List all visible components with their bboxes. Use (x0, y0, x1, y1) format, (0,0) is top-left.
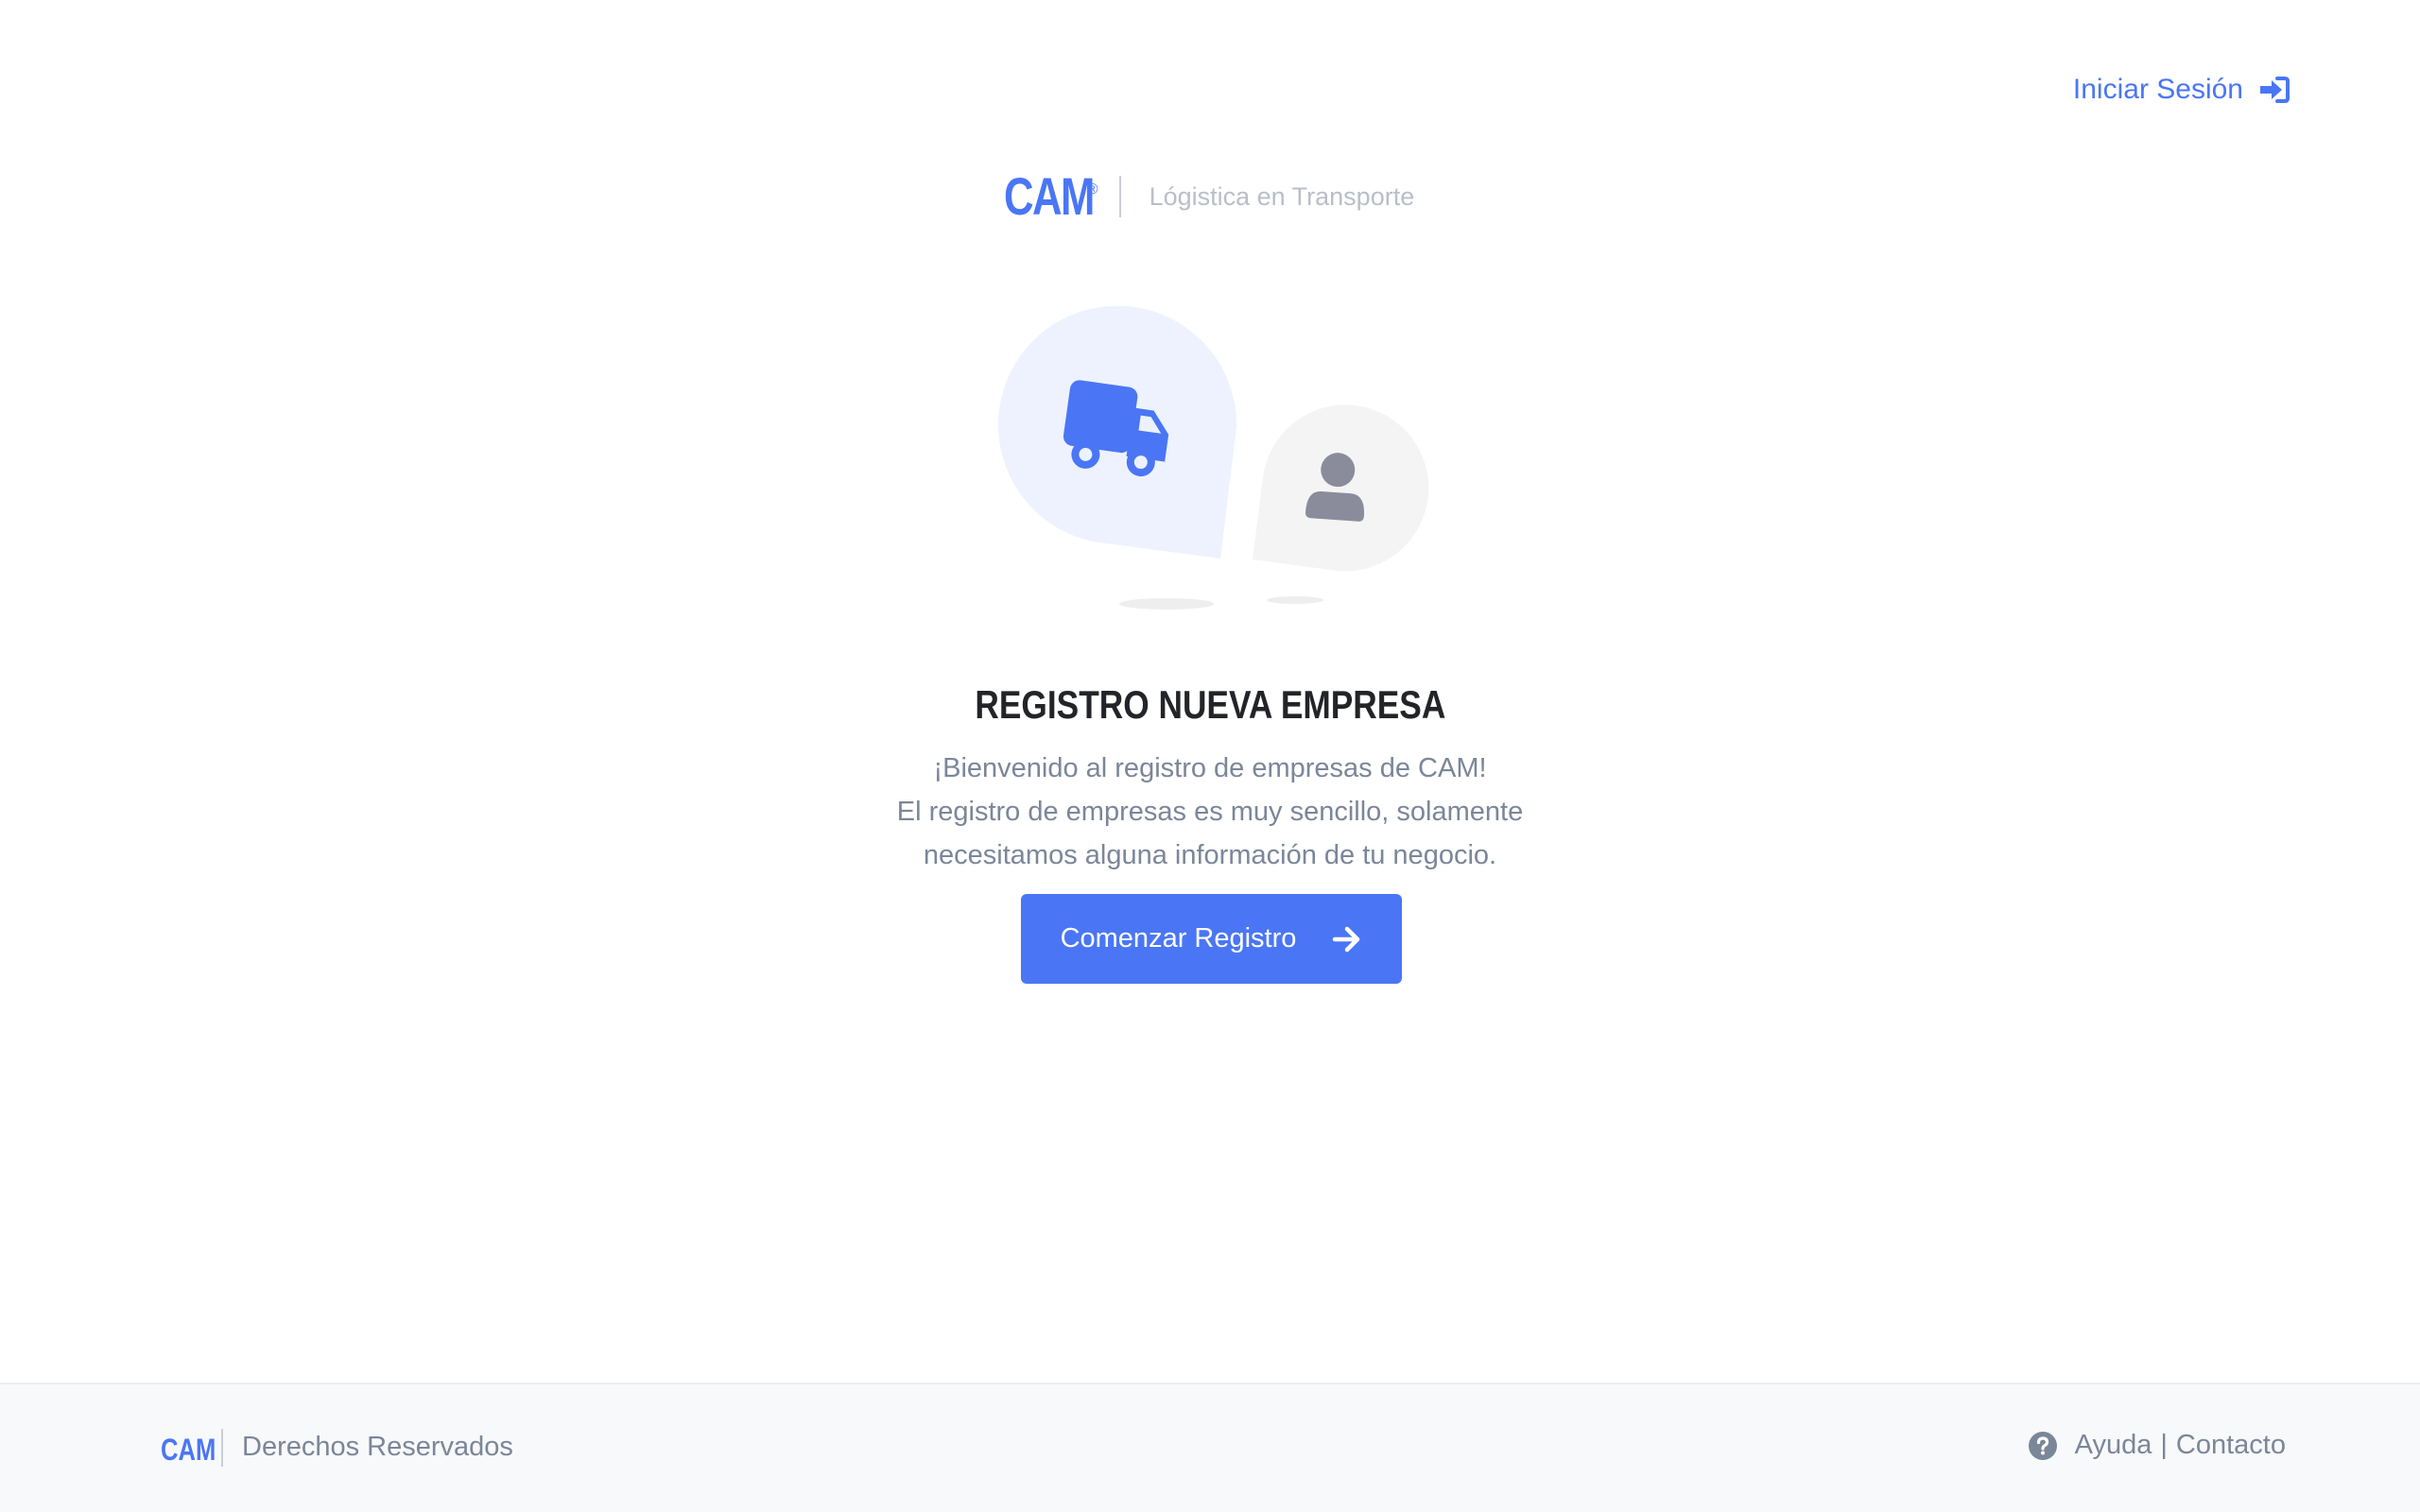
page-title: REGISTRO NUEVA EMPRESA (975, 682, 1445, 727)
bubble-shadow (1119, 598, 1214, 610)
brand-logo: CAM (1003, 166, 1095, 226)
footer-link-separator: | (2160, 1430, 2168, 1460)
login-link[interactable]: Iniciar Sesión (2073, 74, 2290, 106)
welcome-line: necesitamos alguna información de tu neg… (923, 840, 1497, 870)
start-registration-button[interactable]: Comenzar Registro (1021, 894, 1402, 984)
arrow-right-icon (1333, 926, 1360, 952)
login-label: Iniciar Sesión (2072, 74, 2243, 105)
contact-link[interactable]: Contacto (2176, 1430, 2286, 1461)
illustration (998, 305, 1429, 610)
start-registration-label: Comenzar Registro (1060, 923, 1297, 954)
brand-header: CAM ® Lógistica en Transporte (0, 170, 2420, 223)
welcome-line: ¡Bienvenido al registro de empresas de C… (933, 753, 1487, 783)
footer-links: Ayuda | Contacto (2028, 1430, 2286, 1461)
footer-divider (221, 1428, 223, 1467)
footer-logo: CAM (161, 1433, 216, 1467)
bubble-shadow (1267, 596, 1323, 604)
sign-in-icon (2260, 77, 2290, 103)
registration-page: Iniciar Sesión CAM ® Lógistica en Transp… (0, 0, 2420, 1512)
brand-divider (1118, 176, 1121, 217)
footer: CAM Derechos Reservados Ayuda | Contacto (0, 1383, 2420, 1512)
user-bubble (1253, 404, 1429, 572)
question-circle-icon (2028, 1431, 2057, 1460)
footer-rights: Derechos Reservados (242, 1432, 513, 1462)
welcome-text: ¡Bienvenido al registro de empresas de C… (0, 747, 2420, 877)
help-link[interactable]: Ayuda (2075, 1430, 2152, 1461)
brand-tagline: Lógistica en Transporte (1149, 181, 1415, 211)
footer-brand: CAM Derechos Reservados (161, 1427, 513, 1468)
welcome-line: El registro de empresas es muy sencillo,… (896, 797, 1524, 827)
